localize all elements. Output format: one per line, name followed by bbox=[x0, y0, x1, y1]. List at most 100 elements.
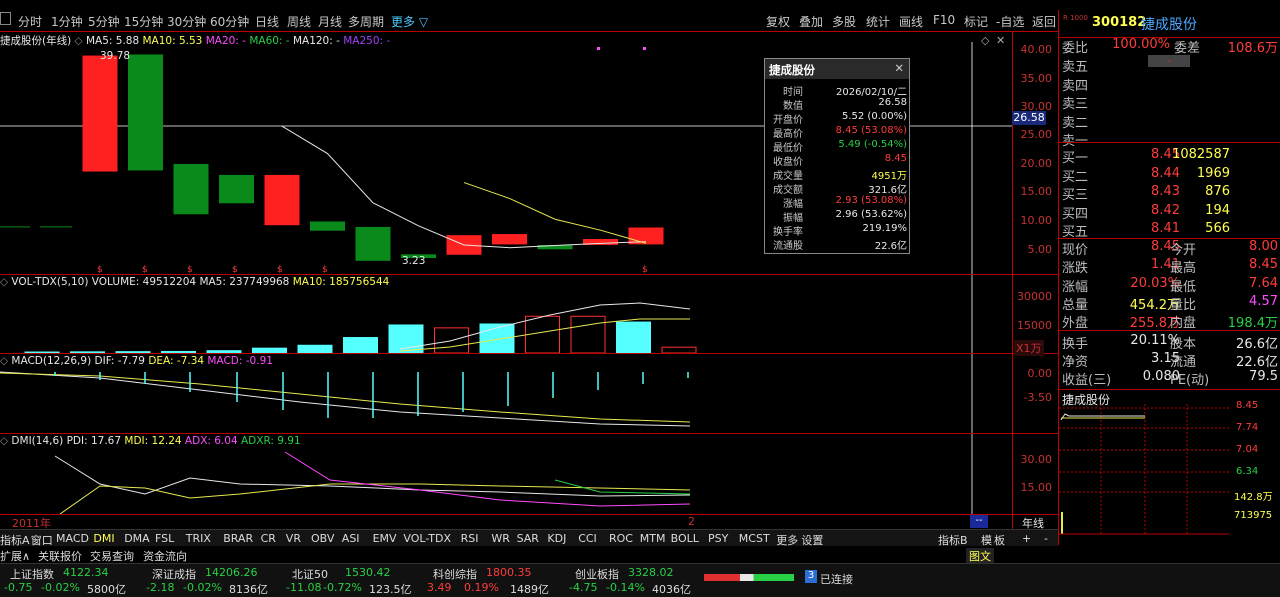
bottom-link[interactable]: 扩展∧ bbox=[0, 548, 30, 564]
index-change: -11.08 bbox=[286, 581, 322, 594]
stock-name: 捷成股份 bbox=[1141, 17, 1197, 33]
popup-key: 振幅 bbox=[783, 213, 803, 224]
period-tab[interactable]: 日线 bbox=[255, 13, 279, 30]
index-value: 1800.35 bbox=[486, 566, 532, 579]
indicator-tab[interactable]: ASI bbox=[342, 532, 360, 545]
stat-row: 净资 3.15 流通 22.6亿 bbox=[1062, 351, 1280, 370]
indicator-tab[interactable]: SAR bbox=[517, 532, 539, 545]
axis-tick: 20.00 bbox=[1020, 157, 1053, 170]
indicator-tab[interactable]: MACD bbox=[56, 532, 89, 545]
indicator-tab[interactable]: MCST bbox=[739, 532, 770, 545]
indicator-tab[interactable]: ROC bbox=[609, 532, 633, 545]
indicator-tab[interactable]: BOLL bbox=[671, 532, 699, 545]
bottom-link[interactable]: 交易查询 bbox=[90, 548, 134, 564]
fuquan-button[interactable]: 复权 bbox=[766, 13, 790, 30]
candle bbox=[219, 174, 254, 204]
popup-value: 5.49 (-0.54%) bbox=[838, 139, 907, 150]
stat-label: 收益(三) bbox=[1062, 373, 1112, 389]
indicator-tab[interactable]: VOL-TDX bbox=[403, 532, 451, 545]
panel-tab[interactable]: + bbox=[1022, 532, 1031, 545]
mini-price: 7.74 bbox=[1236, 422, 1259, 433]
index-pct: 0.19% bbox=[464, 581, 499, 594]
indicator-tab[interactable]: DMA bbox=[124, 532, 150, 545]
more-periods-button[interactable]: 更多 ▽ bbox=[391, 13, 428, 30]
mini-price: 6.34 bbox=[1236, 466, 1259, 477]
indicator-tab[interactable]: DMI bbox=[93, 532, 114, 545]
draw-button[interactable]: 画线 bbox=[899, 13, 923, 30]
indicator-tab[interactable]: MTM bbox=[640, 532, 666, 545]
period-tab[interactable]: 30分钟 bbox=[167, 13, 206, 30]
mini-volume: 142.8万 bbox=[1234, 492, 1273, 503]
period-tab[interactable]: 5分钟 bbox=[88, 13, 120, 30]
candle bbox=[173, 163, 209, 215]
period-tab[interactable]: 分时 bbox=[18, 13, 42, 30]
stats-button[interactable]: 统计 bbox=[866, 13, 890, 30]
index-name[interactable]: 上证指数 bbox=[10, 566, 54, 582]
period-tab[interactable]: 1分钟 bbox=[51, 13, 83, 30]
indicator-tab[interactable]: TRIX bbox=[186, 532, 211, 545]
bottom-link[interactable]: 资金流向 bbox=[143, 548, 187, 564]
indicator-tab[interactable]: VR bbox=[286, 532, 301, 545]
popup-row: 最低价 5.49 (-0.54%) bbox=[765, 139, 911, 154]
indicator-tab[interactable]: EMV bbox=[373, 532, 397, 545]
volume-bar bbox=[252, 347, 287, 353]
sell-level: 卖二 bbox=[1062, 115, 1089, 131]
bottom-link[interactable]: 关联报价 bbox=[38, 548, 82, 564]
watchlist-button[interactable]: -自选 bbox=[996, 13, 1024, 30]
period-tab[interactable]: 月线 bbox=[318, 13, 342, 30]
period-tab[interactable]: 60分钟 bbox=[210, 13, 249, 30]
popup-key: 开盘价 bbox=[773, 115, 803, 126]
overlay-button[interactable]: 叠加 bbox=[799, 13, 823, 30]
period-tab[interactable]: 周线 bbox=[287, 13, 311, 30]
index-name[interactable]: 深证成指 bbox=[152, 566, 196, 582]
indicator-tab[interactable]: KDJ bbox=[547, 532, 566, 545]
popup-row: 成交额 321.6亿 bbox=[765, 181, 911, 196]
volume-bar bbox=[525, 315, 560, 353]
popup-value: 2.93 (53.08%) bbox=[835, 195, 907, 206]
index-pct: -0.72% bbox=[323, 581, 362, 594]
stat-value: 79.5 bbox=[1249, 369, 1278, 385]
index-name[interactable]: 创业板指 bbox=[575, 566, 619, 582]
event-marker: $ bbox=[232, 265, 238, 274]
candle bbox=[492, 234, 527, 245]
buy-row: 买三 8.43 876 bbox=[1062, 184, 1280, 203]
period-tab[interactable]: 15分钟 bbox=[124, 13, 163, 30]
candle bbox=[82, 55, 118, 172]
index-name[interactable]: 北证50 bbox=[292, 566, 328, 582]
index-value: 1530.42 bbox=[345, 566, 391, 579]
expand-button[interactable]: ⌄ bbox=[1148, 55, 1190, 67]
mark-button[interactable]: 标记 bbox=[964, 13, 988, 30]
indicator-tab[interactable]: OBV bbox=[311, 532, 334, 545]
index-change: -4.75 bbox=[569, 581, 598, 594]
f10-button[interactable]: F10 bbox=[933, 13, 955, 27]
volume-bar bbox=[161, 350, 196, 353]
indicator-tab[interactable]: CR bbox=[261, 532, 276, 545]
indicator-tab[interactable]: WR bbox=[491, 532, 510, 545]
multi-stock-button[interactable]: 多股 bbox=[832, 13, 856, 30]
buy-level: 买四 bbox=[1062, 206, 1089, 222]
buy-price: 8.41 bbox=[1151, 221, 1180, 236]
buy-row: 买二 8.44 1969 bbox=[1062, 166, 1280, 185]
close-icon[interactable]: ✕ bbox=[894, 61, 904, 75]
indicator-tab[interactable]: BRAR bbox=[223, 532, 253, 545]
period-tab[interactable]: 多周期 bbox=[348, 13, 384, 30]
back-button[interactable]: 返回 bbox=[1032, 13, 1056, 30]
sell-row: 卖二 bbox=[1062, 112, 1280, 131]
indicator-tab[interactable]: PSY bbox=[708, 532, 728, 545]
indicator-tab[interactable]: CCI bbox=[578, 532, 597, 545]
event-marker: $ bbox=[142, 265, 148, 274]
buy-price: 8.42 bbox=[1151, 202, 1180, 218]
indicator-tab[interactable]: RSI bbox=[461, 532, 479, 545]
graphic-tab[interactable]: 图文 bbox=[966, 548, 994, 564]
panel-tab[interactable]: - bbox=[1044, 532, 1048, 545]
menu-icon[interactable] bbox=[0, 12, 11, 25]
buy-price: 8.43 bbox=[1151, 184, 1180, 199]
buy-volume: 566 bbox=[1205, 221, 1230, 236]
stat-row: 涨幅 20.03% 最低 7.64 bbox=[1062, 276, 1280, 295]
sell-row: 卖三 bbox=[1062, 93, 1280, 112]
indicator-tab[interactable]: FSL bbox=[155, 532, 174, 545]
popup-value: 4951万 bbox=[871, 171, 907, 182]
cursor-price: 26.58 bbox=[1012, 111, 1046, 125]
index-name[interactable]: 科创综指 bbox=[433, 566, 477, 582]
scroll-marker[interactable]: -- bbox=[970, 515, 988, 528]
